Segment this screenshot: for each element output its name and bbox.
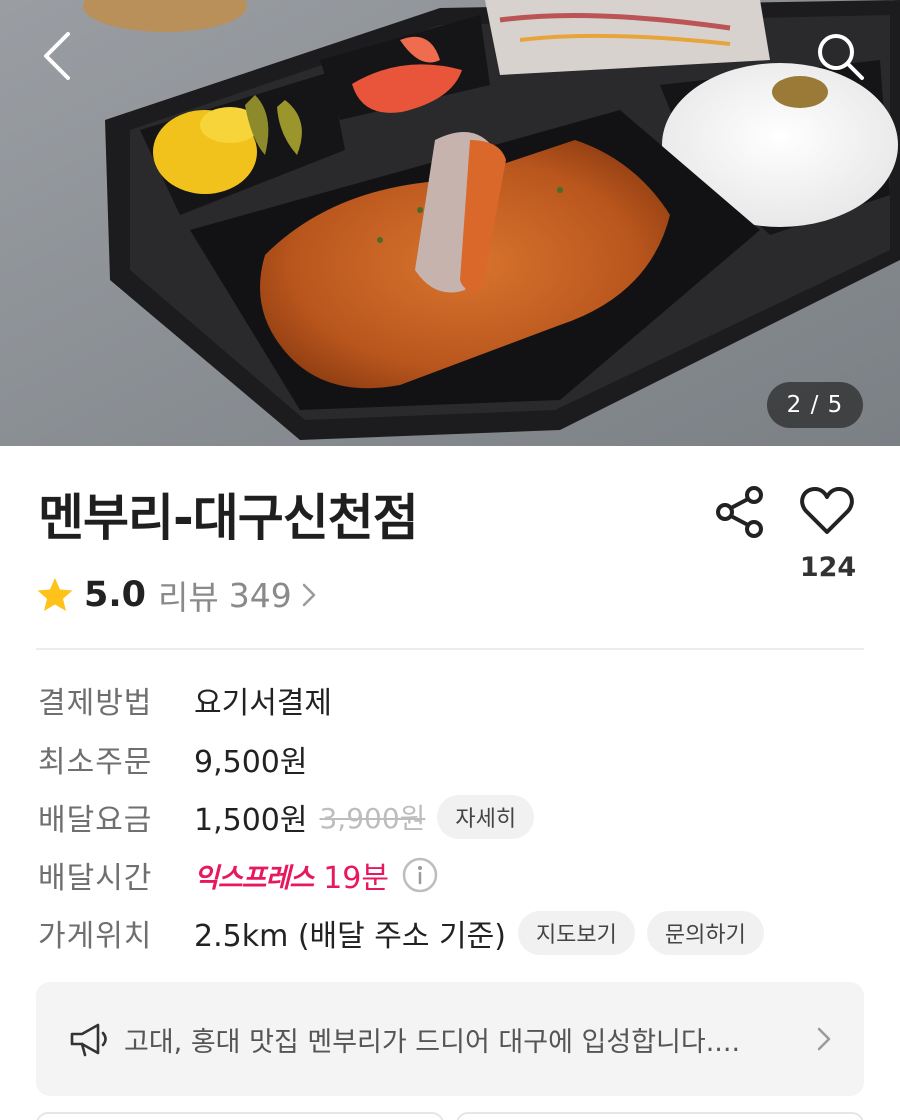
star-icon: [37, 578, 73, 611]
delivery-time-row: 배달시간 익스프레스 19분: [38, 851, 439, 899]
info-icon[interactable]: [401, 856, 439, 894]
delivery-fee-original: 3,900원: [319, 802, 426, 835]
payment-label: 결제방법: [38, 686, 153, 721]
express-badge: 익스프레스: [194, 862, 314, 894]
review-label: 리뷰: [158, 578, 219, 617]
food-photo-carousel[interactable]: 2 / 5: [0, 0, 900, 446]
delivery-time-label: 배달시간: [38, 861, 153, 896]
inquiry-button[interactable]: 문의하기: [646, 911, 764, 955]
megaphone-icon: [70, 1023, 107, 1057]
bottom-tab-right[interactable]: [456, 1112, 864, 1120]
notice-text: 고대, 홍대 맛집 멘부리가 드디어 대구에 입성합니다....: [124, 1026, 741, 1058]
delivery-fee-row: 배달요금 1,500원 3,900원 자세히: [38, 793, 535, 841]
location-label: 가게위치: [38, 919, 153, 954]
section-divider: [36, 648, 864, 650]
food-photo: [0, 0, 900, 446]
image-page-counter: 2 / 5: [767, 382, 863, 428]
payment-value: 요기서결제: [194, 686, 332, 721]
chevron-right-icon: [817, 1027, 831, 1051]
delivery-fee-detail-button[interactable]: 자세히: [437, 795, 535, 839]
store-name: 멘부리-대구신천점: [38, 489, 419, 547]
search-icon: [818, 34, 864, 80]
location-value: 2.5km (배달 주소 기준): [194, 919, 506, 954]
favorite-count: 124: [799, 552, 857, 583]
min-order-label: 최소주문: [38, 745, 153, 780]
heart-icon: [800, 487, 854, 534]
chevron-left-icon: [44, 32, 70, 80]
delivery-fee-label: 배달요금: [38, 803, 153, 838]
location-row: 가게위치 2.5km (배달 주소 기준) 지도보기 문의하기: [38, 909, 764, 957]
delivery-fee-value: 1,500원: [194, 803, 308, 838]
search-button[interactable]: [812, 28, 868, 84]
store-notice[interactable]: 고대, 홍대 맛집 멘부리가 드디어 대구에 입성합니다....: [36, 982, 864, 1096]
review-count: 349: [228, 575, 292, 615]
bottom-tab-left[interactable]: [36, 1112, 444, 1120]
map-button[interactable]: 지도보기: [517, 911, 635, 955]
delivery-time-value: 19분: [323, 861, 389, 896]
min-order-row: 최소주문 9,500원: [38, 735, 307, 783]
min-order-value: 9,500원: [194, 745, 308, 780]
review-link[interactable]: 5.0 리뷰 349: [36, 572, 320, 618]
rating-value: 5.0: [84, 575, 147, 615]
favorite-button[interactable]: [798, 482, 856, 540]
payment-row: 결제방법 요기서결제: [38, 676, 332, 724]
chevron-right-icon: [302, 583, 315, 607]
back-button[interactable]: [30, 28, 86, 84]
share-icon: [716, 486, 763, 538]
share-button[interactable]: [712, 484, 768, 540]
